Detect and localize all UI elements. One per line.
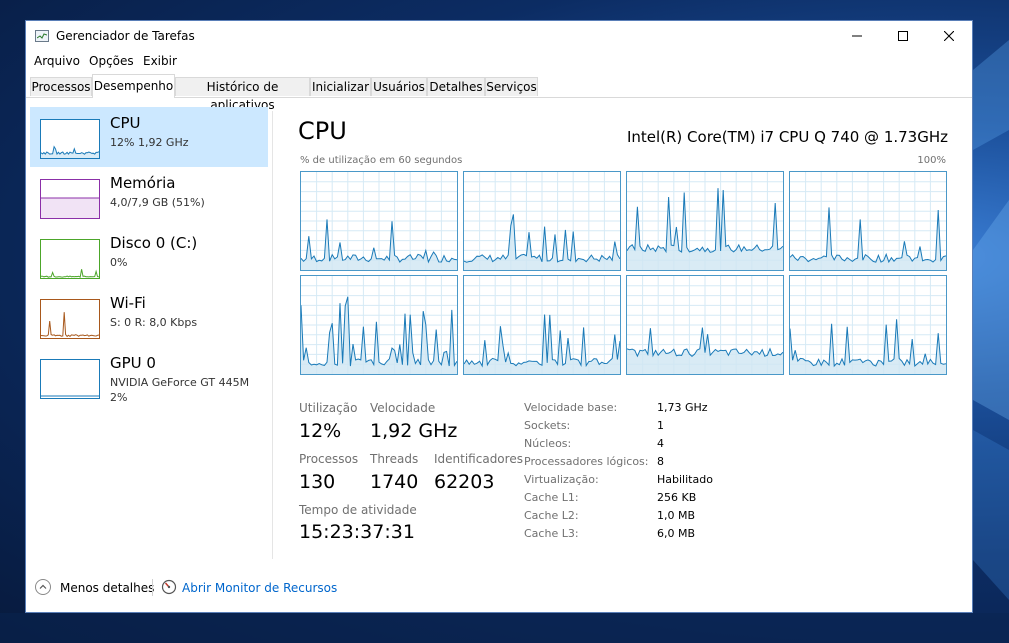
tab-servicos[interactable]: Serviços (485, 77, 538, 96)
sidebar-memoria-usage: 4,0/7,9 GB (51%) (110, 196, 205, 209)
util-value: 12% (299, 420, 342, 442)
info-value-cores: 4 (657, 437, 664, 450)
core-graph-1 (463, 171, 621, 271)
info-value-base-speed: 1,73 GHz (657, 401, 708, 414)
sidebar-memoria-title: Memória (110, 174, 176, 192)
sidebar-gpu-title: GPU 0 (110, 354, 156, 372)
sidebar-item-memoria[interactable]: Memória 4,0/7,9 GB (51%) (30, 167, 268, 227)
tab-historico-aplicativos[interactable]: Histórico de aplicativos (175, 77, 310, 112)
disk-thumbnail-graph (40, 239, 100, 279)
processes-label: Processos (299, 452, 359, 466)
menu-bar: Arquivo Opções Exibir (26, 52, 972, 72)
info-value-sockets: 1 (657, 419, 664, 432)
window-title: Gerenciador de Tarefas (56, 29, 195, 43)
open-resource-monitor-link[interactable]: Abrir Monitor de Recursos (182, 581, 337, 595)
handles-label: Identificadores (434, 452, 523, 466)
speed-value: 1,92 GHz (370, 420, 458, 442)
sidebar-item-disco[interactable]: Disco 0 (C:) 0% (30, 227, 268, 287)
tab-detalhes[interactable]: Detalhes (427, 77, 485, 96)
graph-max-label: 100% (917, 155, 946, 166)
info-value-cache-l2: 1,0 MB (657, 509, 696, 522)
sidebar-divider (272, 111, 273, 559)
cpu-model-name: Intel(R) Core(TM) i7 CPU Q 740 @ 1.73GHz (626, 128, 948, 146)
maximize-button[interactable] (880, 21, 926, 52)
sidebar-cpu-usage: 12% 1,92 GHz (110, 136, 189, 149)
wifi-thumbnail-graph (40, 299, 100, 339)
info-value-logical-processors: 8 (657, 455, 664, 468)
info-label-sockets: Sockets: (524, 419, 571, 432)
memory-thumbnail-graph (40, 179, 100, 219)
uptime-value: 15:23:37:31 (299, 521, 415, 543)
tab-bar: Processos Desempenho Histórico de aplica… (26, 74, 972, 112)
menu-exibir[interactable]: Exibir (143, 54, 177, 68)
footer-divider (152, 579, 153, 596)
core-graph-5 (463, 275, 621, 375)
cpu-thumbnail-graph (40, 119, 100, 159)
speed-label: Velocidade (370, 401, 436, 415)
tab-processos[interactable]: Processos (30, 77, 92, 96)
tab-inicializar[interactable]: Inicializar (310, 77, 371, 96)
info-label-cache-l2: Cache L2: (524, 509, 579, 522)
core-graph-6 (626, 275, 784, 375)
core-graph-7 (789, 275, 947, 375)
sidebar-item-cpu[interactable]: CPU 12% 1,92 GHz (30, 107, 268, 167)
processes-value: 130 (299, 471, 336, 493)
sidebar-gpu-usage: 2% (110, 391, 128, 404)
sidebar-wifi-title: Wi-Fi (110, 294, 146, 312)
tab-usuarios[interactable]: Usuários (371, 77, 427, 96)
resource-monitor-icon[interactable] (161, 579, 177, 595)
sidebar-wifi-usage: S: 0 R: 8,0 Kbps (110, 316, 198, 329)
sidebar-gpu-name: NVIDIA GeForce GT 445M (110, 376, 250, 389)
info-label-cache-l1: Cache L1: (524, 491, 579, 504)
close-button[interactable] (926, 21, 972, 52)
info-label-base-speed: Velocidade base: (524, 401, 618, 414)
uptime-label: Tempo de atividade (299, 503, 417, 517)
task-manager-window: Gerenciador de Tarefas Arquivo Opções Ex… (25, 20, 973, 613)
info-label-cache-l3: Cache L3: (524, 527, 579, 540)
info-value-cache-l3: 6,0 MB (657, 527, 696, 540)
core-graph-2 (626, 171, 784, 271)
info-value-cache-l1: 256 KB (657, 491, 697, 504)
page-title: CPU (298, 117, 347, 145)
menu-opcoes[interactable]: Opções (89, 54, 134, 68)
util-label: Utilização (299, 401, 358, 415)
info-label-logical-processors: Processadores lógicos: (524, 455, 649, 468)
minimize-button[interactable] (834, 21, 880, 52)
footer-bar: Menos detalhes Abrir Monitor de Recursos (26, 569, 972, 609)
sidebar-cpu-title: CPU (110, 114, 141, 132)
threads-value: 1740 (370, 471, 419, 493)
info-label-cores: Núcleos: (524, 437, 572, 450)
task-manager-icon (35, 30, 49, 42)
core-graph-4 (300, 275, 458, 375)
graph-caption: % de utilização em 60 segundos (300, 155, 463, 166)
core-graph-0 (300, 171, 458, 271)
sidebar-disco-usage: 0% (110, 256, 128, 269)
threads-label: Threads (370, 452, 419, 466)
fewer-details-button[interactable]: Menos detalhes (60, 581, 154, 595)
sidebar-item-gpu[interactable]: GPU 0 NVIDIA GeForce GT 445M 2% (30, 347, 268, 407)
gpu-thumbnail-graph (40, 359, 100, 399)
title-bar[interactable]: Gerenciador de Tarefas (26, 21, 972, 52)
handles-value: 62203 (434, 471, 495, 493)
sidebar-disco-title: Disco 0 (C:) (110, 234, 198, 252)
info-label-virtualization: Virtualização: (524, 473, 599, 486)
info-value-virtualization: Habilitado (657, 473, 713, 486)
sidebar-item-wifi[interactable]: Wi-Fi S: 0 R: 8,0 Kbps (30, 287, 268, 347)
menu-arquivo[interactable]: Arquivo (34, 54, 80, 68)
tab-desempenho[interactable]: Desempenho (92, 74, 175, 98)
chevron-up-icon[interactable] (35, 579, 51, 595)
core-graph-3 (789, 171, 947, 271)
